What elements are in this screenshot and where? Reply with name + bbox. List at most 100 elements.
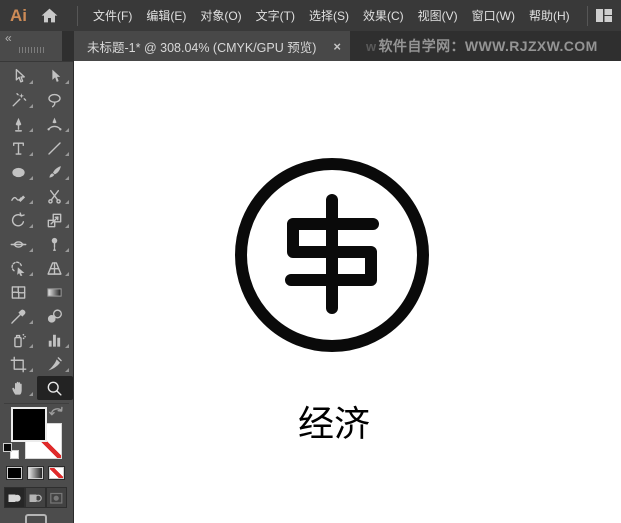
menu-bar: Ai 文件(F) 编辑(E) 对象(O) 文字(T) 选择(S) 效果(C) 视图(V) 窗口… [0, 0, 621, 31]
scissors-tool[interactable] [37, 184, 73, 208]
rotate-tool[interactable] [1, 208, 37, 232]
mesh-tool[interactable] [1, 280, 37, 304]
eyedropper-tool-icon [11, 309, 26, 324]
shape-builder-tool-icon [11, 261, 25, 276]
menu-item[interactable]: 编辑(E) [141, 7, 191, 24]
menu-item[interactable]: 效果(C) [358, 7, 409, 24]
drawing-mode-buttons [4, 487, 67, 508]
slice-tool[interactable] [37, 352, 73, 376]
direct-selection-tool[interactable] [37, 64, 73, 88]
paintbrush-tool[interactable] [37, 160, 73, 184]
menu-separator [77, 5, 78, 26]
shaper-tool[interactable] [1, 184, 37, 208]
curvature-tool-icon [47, 117, 62, 130]
scale-tool-icon [47, 213, 62, 227]
paint-none-button[interactable] [48, 466, 65, 480]
direct-selection-tool-icon [52, 69, 61, 82]
blend-tool-icon [47, 308, 62, 323]
ellipse-tool-icon [12, 167, 25, 177]
canvas-area[interactable]: 经济 [73, 61, 621, 523]
lasso-tool[interactable] [37, 88, 73, 112]
blend-tool[interactable] [37, 304, 73, 328]
menu-items: 文件(F) 编辑(E) 对象(O) 文字(T) 选择(S) 效果(C) 视图(V) 窗口(W)… [86, 7, 577, 24]
menu-item[interactable]: 视图(V) [413, 7, 463, 24]
column-graph-tool[interactable] [37, 328, 73, 352]
pen-tool-icon [15, 117, 22, 132]
symbol-sprayer-tool-icon [14, 333, 26, 347]
hand-tool[interactable] [1, 376, 37, 400]
slice-tool-icon [48, 356, 62, 370]
draw-behind-icon [29, 494, 42, 502]
toolbar-drag-handle[interactable] [19, 47, 46, 53]
line-segment-tool[interactable] [37, 136, 73, 160]
type-tool[interactable] [1, 136, 37, 160]
artboard-tool[interactable] [1, 352, 37, 376]
zoom-tool[interactable] [36, 376, 73, 400]
fill-swatch[interactable] [11, 407, 47, 442]
watermark-text: w 软件自学网：WWW.RJZXW.COM [366, 31, 598, 61]
magic-wand-tool-icon [12, 92, 27, 107]
mesh-tool-icon [11, 285, 26, 299]
pen-tool[interactable] [1, 112, 37, 136]
menu-separator [587, 5, 588, 26]
tools-panel [0, 61, 73, 523]
default-fill-stroke-button[interactable] [3, 443, 19, 459]
toolbar-panel-header: « [0, 31, 62, 61]
lasso-tool-icon [48, 93, 61, 107]
selection-tool[interactable] [1, 64, 37, 88]
draw-normal-button[interactable] [4, 487, 25, 508]
menu-item[interactable]: 对象(O) [195, 7, 246, 24]
menu-item[interactable]: 文字(T) [251, 7, 300, 24]
puppet-warp-tool-icon [51, 237, 58, 251]
app-logo[interactable]: Ai [10, 6, 27, 26]
scale-tool[interactable] [37, 208, 73, 232]
rotate-tool-icon [11, 211, 25, 226]
draw-inside-icon [50, 492, 63, 504]
collapse-panel-button[interactable]: « [5, 31, 12, 45]
ellipse-tool[interactable] [1, 160, 37, 184]
paintbrush-tool-icon [49, 165, 61, 178]
workspace-switcher-button[interactable] [596, 9, 612, 22]
type-tool-icon [13, 141, 24, 155]
zoom-tool-icon [47, 381, 62, 396]
gradient-tool[interactable] [37, 280, 73, 304]
selection-tool-icon [15, 68, 25, 83]
shape-builder-tool[interactable] [1, 256, 37, 280]
watermark-faint-prefix: w [366, 38, 377, 54]
menu-item[interactable]: 帮助(H) [524, 7, 575, 24]
symbol-sprayer-tool[interactable] [1, 328, 37, 352]
paint-style-buttons [6, 466, 65, 480]
document-tab[interactable]: 未标题-1* @ 308.04% (CMYK/GPU 预览) × [74, 31, 350, 61]
document-tab-title: 未标题-1* @ 308.04% (CMYK/GPU 预览) [87, 40, 317, 55]
tab-close-button[interactable]: × [333, 40, 341, 53]
menu-item[interactable]: 窗口(W) [467, 7, 520, 24]
draw-behind-button[interactable] [25, 487, 46, 508]
line-segment-tool-icon [48, 141, 61, 155]
paint-gradient-button[interactable] [27, 466, 44, 480]
screen-mode-button[interactable] [25, 514, 47, 523]
menu-item[interactable]: 选择(S) [304, 7, 354, 24]
paint-color-button[interactable] [6, 466, 23, 480]
draw-inside-button[interactable] [46, 487, 67, 508]
home-button[interactable] [40, 7, 59, 24]
column-graph-tool-icon [48, 334, 61, 347]
artwork-caption[interactable]: 经济 [298, 402, 370, 445]
curvature-tool[interactable] [37, 112, 73, 136]
swap-fill-stroke-button[interactable] [49, 405, 64, 424]
tab-bar: « 未标题-1* @ 308.04% (CMYK/GPU 预览) × w 软件自… [0, 31, 621, 61]
draw-normal-icon [8, 494, 21, 502]
artboard-tool-icon [10, 356, 27, 372]
arrange-documents-icon [596, 9, 612, 22]
perspective-grid-tool[interactable] [37, 256, 73, 280]
dollar-coin-icon[interactable] [234, 158, 430, 354]
illustrator-window: Ai 文件(F) 编辑(E) 对象(O) 文字(T) 选择(S) 效果(C) 视图(V) 窗口… [0, 0, 621, 523]
home-icon [41, 8, 58, 23]
magic-wand-tool[interactable] [1, 88, 37, 112]
hand-tool-icon [12, 381, 22, 395]
eyedropper-tool[interactable] [1, 304, 37, 328]
width-tool-icon [10, 240, 27, 248]
puppet-warp-tool[interactable] [37, 232, 73, 256]
watermark-label: 软件自学网：WWW.RJZXW.COM [378, 38, 598, 54]
width-tool[interactable] [1, 232, 37, 256]
menu-item[interactable]: 文件(F) [88, 7, 137, 24]
